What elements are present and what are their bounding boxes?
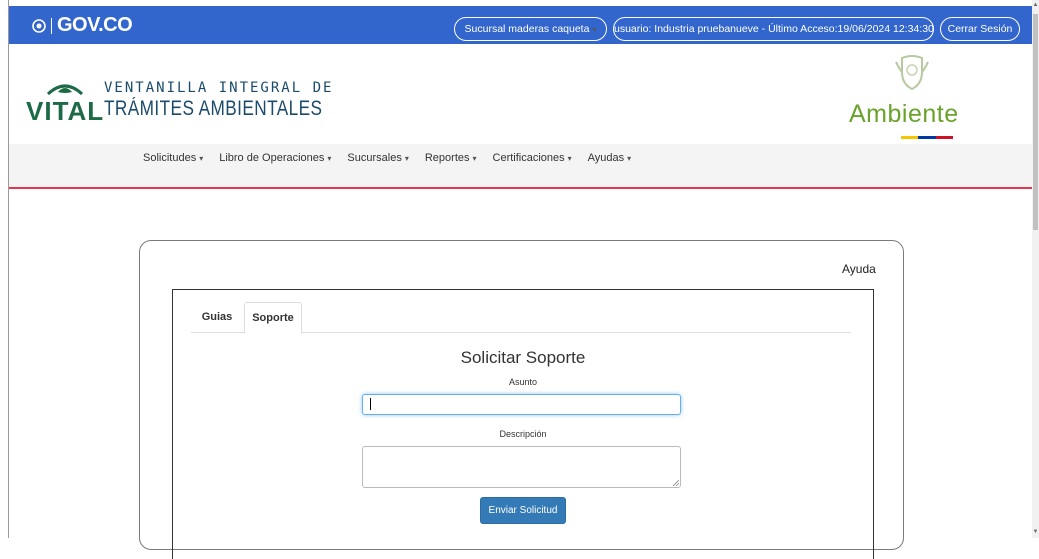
nav-item-certificaciones[interactable]: Certificaciones ▾ — [493, 152, 572, 164]
caret-down-icon: ▾ — [404, 154, 409, 163]
description-label: Descripción — [499, 429, 547, 439]
ambiente-logo[interactable]: Ambiente — [849, 52, 1019, 142]
nav-item-ayudas[interactable]: Ayudas ▾ — [588, 152, 632, 164]
logo-separator — [51, 17, 52, 34]
caret-down-icon: ▾ — [567, 154, 572, 163]
vital-subtitle-line2: TRÁMITES AMBIENTALES — [104, 97, 323, 120]
caret-down-icon: ▾ — [472, 154, 477, 163]
resize-grip-icon[interactable] — [673, 480, 679, 486]
user-info-button[interactable]: usuario: Industria pruebanueve - Último … — [613, 17, 934, 41]
vital-leaf-icon — [46, 84, 84, 96]
vital-wordmark: VITAL — [26, 96, 105, 126]
support-panel: Guias Soporte Solicitar Soporte Asunto D… — [172, 289, 874, 559]
ambiente-wordmark: Ambiente — [849, 100, 959, 128]
help-link[interactable]: Ayuda — [842, 262, 876, 276]
tab-bar: Guias Soporte — [191, 302, 851, 334]
caret-down-icon: ▾ — [592, 25, 597, 34]
coat-of-arms-icon — [32, 18, 46, 33]
gov-co-text: GOV.CO — [57, 14, 133, 36]
logout-label: Cerrar Sesión — [947, 23, 1013, 35]
tab-guias[interactable]: Guias — [191, 302, 243, 333]
main-nav: Solicitudes ▾ Libro de Operaciones ▾ Sucur… — [9, 144, 1032, 189]
user-label: usuario: Industria pruebanueve - Último … — [614, 23, 934, 35]
logout-button[interactable]: Cerrar Sesión — [940, 17, 1020, 41]
caret-down-icon: ▾ — [199, 154, 204, 163]
scroll-up-arrow-icon[interactable]: ▲ — [1032, 1, 1039, 9]
caret-down-icon: ▾ — [627, 154, 632, 163]
text-cursor — [370, 398, 371, 410]
scroll-down-arrow-icon[interactable]: ▼ — [1032, 528, 1039, 536]
tab-soporte[interactable]: Soporte — [244, 302, 302, 334]
nav-item-solicitudes[interactable]: Solicitudes ▾ — [143, 152, 203, 164]
caret-down-icon: ▾ — [327, 154, 332, 163]
form-title: Solicitar Soporte — [460, 348, 586, 367]
site-header: VITAL VENTANILLA INTEGRAL DE TRÁMITES AM… — [9, 44, 1032, 144]
page-scrollbar[interactable]: ▲ ▼ — [1032, 0, 1039, 538]
vital-subtitle-line1: VENTANILLA INTEGRAL DE — [104, 80, 334, 96]
submit-request-button[interactable]: Enviar Solicitud — [480, 497, 566, 524]
support-card: Ayuda Guias Soporte Solicitar Soporte As… — [139, 240, 904, 559]
subject-label: Asunto — [508, 377, 538, 387]
subject-input[interactable] — [362, 394, 681, 415]
branch-label: Sucursal maderas caqueta — [464, 23, 590, 35]
description-textarea[interactable] — [362, 446, 681, 488]
national-seal-icon — [895, 55, 929, 91]
nav-item-libro-operaciones[interactable]: Libro de Operaciones ▾ — [219, 152, 331, 164]
gov-top-bar: GOV.CO Sucursal maderas caqueta ▾ usuario… — [9, 6, 1032, 44]
gov-co-logo[interactable]: GOV.CO — [32, 14, 133, 37]
colombia-flag-stripe — [901, 136, 953, 139]
nav-item-sucursales[interactable]: Sucursales ▾ — [347, 152, 408, 164]
page: GOV.CO Sucursal maderas caqueta ▾ usuario… — [0, 0, 1039, 559]
branch-selector-button[interactable]: Sucursal maderas caqueta ▾ — [454, 17, 607, 41]
scrollbar-thumb[interactable] — [1033, 14, 1038, 230]
nav-item-reportes[interactable]: Reportes ▾ — [425, 152, 477, 164]
